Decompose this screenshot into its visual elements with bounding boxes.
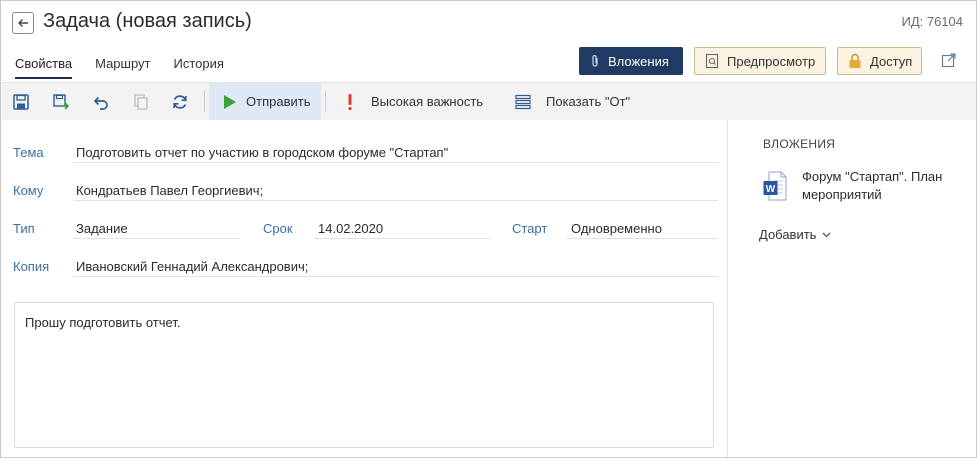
to-label: Кому xyxy=(13,183,44,198)
start-field[interactable]: Одновременно xyxy=(571,221,662,236)
type-label: Тип xyxy=(13,221,35,236)
subject-field[interactable]: Подготовить отчет по участию в городском… xyxy=(76,145,448,160)
access-button-label: Доступ xyxy=(870,53,913,69)
type-underline xyxy=(73,238,240,239)
back-button[interactable] xyxy=(12,12,34,34)
side-panel-divider xyxy=(727,120,728,457)
open-in-new-window-icon[interactable] xyxy=(941,52,957,68)
svg-text:W: W xyxy=(766,184,776,195)
word-doc-icon: W xyxy=(763,171,787,201)
tab-route[interactable]: Маршрут xyxy=(95,56,150,77)
copy-field[interactable]: Ивановский Геннадий Александрович; xyxy=(76,259,308,274)
attachments-button[interactable]: Вложения xyxy=(579,47,683,75)
type-field[interactable]: Задание xyxy=(76,221,128,236)
deadline-label: Срок xyxy=(263,221,293,236)
importance-button[interactable]: Высокая важность xyxy=(371,94,483,109)
access-button[interactable]: Доступ xyxy=(837,47,922,75)
to-field[interactable]: Кондратьев Павел Георгиевич; xyxy=(76,183,263,198)
preview-button[interactable]: Предпросмотр xyxy=(694,47,826,75)
attachment-file-link[interactable]: Форум "Стартап". План мероприятий xyxy=(802,168,952,204)
show-from-button[interactable]: Показать "От" xyxy=(546,94,630,109)
add-attachment-label: Добавить xyxy=(759,227,817,242)
paperclip-icon xyxy=(592,54,598,67)
send-button[interactable]: Отправить xyxy=(209,83,321,120)
refresh-icon[interactable] xyxy=(171,93,189,111)
subject-underline xyxy=(73,162,718,163)
toolbar: Отправить Высокая важность Показать "От" xyxy=(1,83,976,120)
save-icon[interactable] xyxy=(12,93,30,111)
attachments-panel-title: ВЛОЖЕНИЯ xyxy=(763,137,836,151)
preview-doc-icon xyxy=(705,53,719,69)
tab-history[interactable]: История xyxy=(174,56,224,77)
subject-label: Тема xyxy=(13,145,44,160)
copy-icon xyxy=(134,94,148,110)
to-underline xyxy=(73,200,718,201)
deadline-underline xyxy=(314,238,490,239)
preview-button-label: Предпросмотр xyxy=(727,53,816,69)
message-body-text: Прошу подготовить отчет. xyxy=(25,315,181,330)
exclamation-icon[interactable] xyxy=(341,93,359,111)
start-underline xyxy=(567,238,718,239)
message-body-textarea[interactable]: Прошу подготовить отчет. xyxy=(14,302,714,448)
start-label: Старт xyxy=(512,221,548,236)
deadline-field[interactable]: 14.02.2020 xyxy=(318,221,383,236)
toolbar-separator xyxy=(325,91,326,112)
lock-icon xyxy=(849,53,861,68)
list-view-icon[interactable] xyxy=(514,93,532,111)
arrow-left-icon xyxy=(18,19,28,27)
toolbar-separator xyxy=(204,91,205,112)
add-attachment-dropdown[interactable]: Добавить xyxy=(759,227,831,242)
undo-icon[interactable] xyxy=(91,93,109,111)
send-button-label: Отправить xyxy=(246,94,311,109)
save-and-close-icon[interactable] xyxy=(52,93,70,111)
copy-underline xyxy=(73,276,718,277)
attachments-button-label: Вложения xyxy=(608,53,669,69)
play-icon xyxy=(224,94,236,109)
tab-properties[interactable]: Свойства xyxy=(15,56,73,79)
tab-bar: Свойства Маршрут История xyxy=(15,56,247,79)
chevron-down-icon xyxy=(822,232,831,237)
copy-label: Копия xyxy=(13,259,50,274)
page-title: Задача (новая запись) xyxy=(43,10,252,32)
record-id: ИД: 76104 xyxy=(901,14,963,29)
